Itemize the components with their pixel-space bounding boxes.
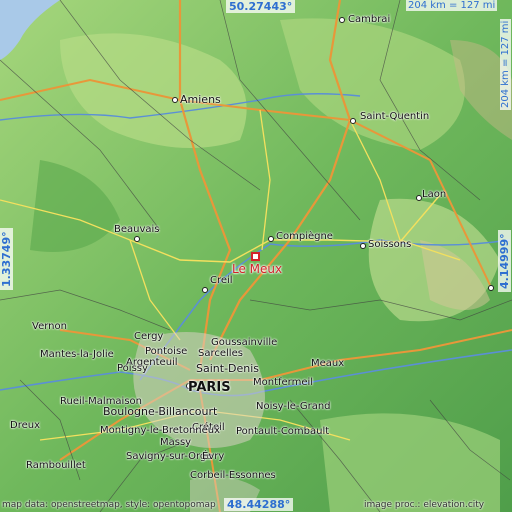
city-dot-creil: [202, 287, 208, 293]
city-label: Saint-Denis: [196, 362, 260, 375]
city-label: Poissy: [117, 363, 148, 374]
city-dot-soissons: [360, 243, 366, 249]
city-dot-cambrai: [339, 17, 345, 23]
location-marker[interactable]: [251, 252, 260, 261]
marker-label: Le Meux: [232, 262, 283, 276]
coord-left: 1.33749°: [0, 228, 13, 290]
city-label: Laon: [422, 189, 447, 200]
city-label: Dreux: [10, 420, 40, 431]
city-label-paris: PARIS: [188, 380, 231, 395]
map-view[interactable]: Le Meux Cambrai Amiens Saint-Quentin Lao…: [0, 0, 512, 512]
city-dot-compiegne: [268, 236, 274, 242]
city-label: Mantes-la-Jolie: [40, 349, 114, 360]
city-label: Cambrai: [348, 14, 391, 25]
scale-right: 204 km = 127 mi: [500, 18, 511, 110]
city-label: Beauvais: [114, 224, 160, 235]
city-label: Sarcelles: [198, 348, 243, 359]
city-label: Goussainville: [211, 337, 278, 348]
city-label: Boulogne-Billancourt: [103, 405, 218, 418]
city-label: Rambouillet: [26, 460, 86, 471]
city-label: Montigny-le-Bretonneux: [100, 425, 221, 436]
city-label: Montfermeil: [253, 377, 314, 388]
scale-top: 204 km = 127 mi: [406, 0, 498, 11]
city-label: Pontault-Combault: [236, 426, 330, 437]
city-dot-amiens: [172, 97, 178, 103]
city-dot-beauvais: [134, 236, 140, 242]
city-label: Massy: [160, 437, 192, 448]
city-label: Saint-Quentin: [360, 111, 430, 122]
city-label: Amiens: [180, 93, 221, 106]
city-dot-saint-quentin: [350, 118, 356, 124]
city-label: Creil: [210, 275, 233, 286]
city-dot-reims: [488, 285, 494, 291]
city-label: Meaux: [311, 358, 345, 369]
city-label: Savigny-sur-Orge: [126, 451, 213, 462]
city-label: Évry: [202, 451, 225, 462]
coord-bottom: 48.44288°: [224, 498, 294, 511]
city-label: Soissons: [368, 239, 412, 250]
city-label: Vernon: [32, 321, 67, 332]
coord-top: 50.27443°: [226, 0, 296, 13]
city-label: Cergy: [134, 331, 164, 342]
credit-map-data: map data: openstreetmap, style: opentopo…: [2, 500, 216, 510]
city-label: Noisy-le-Grand: [256, 401, 331, 412]
credit-image-proc: image proc.: elevation.city: [364, 500, 485, 510]
city-label: Pontoise: [145, 346, 188, 357]
city-label: Compiègne: [276, 231, 333, 242]
coord-right: 4.14999°: [498, 230, 511, 292]
city-label: Corbeil-Essonnes: [190, 470, 276, 481]
